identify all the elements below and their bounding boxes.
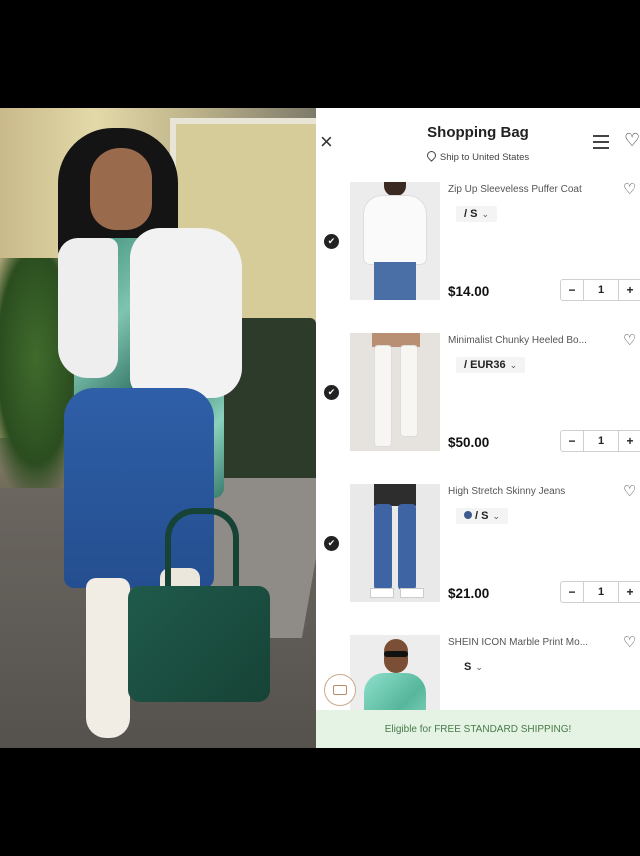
chevron-down-icon: ⌄ (481, 209, 489, 219)
variant-value: S (464, 661, 472, 673)
free-shipping-banner: PhotoGrid Eligible for FREE STANDARD SHI… (316, 694, 640, 748)
model-jacket-right (130, 228, 242, 398)
list-icon[interactable] (593, 135, 609, 149)
quantity-stepper: − 1 + (560, 430, 640, 452)
variant-value: / S (475, 510, 489, 522)
heart-icon[interactable]: ♡ (623, 482, 636, 500)
increase-quantity-button[interactable]: + (619, 434, 640, 448)
item-checkbox[interactable]: ✔ (324, 385, 339, 400)
location-pin-icon (425, 149, 438, 162)
product-price: $14.00 (448, 284, 490, 299)
product-thumbnail[interactable] (350, 333, 440, 451)
item-checkbox[interactable]: ✔ (324, 234, 339, 249)
decrease-quantity-button[interactable]: − (561, 283, 583, 297)
chevron-down-icon: ⌄ (509, 360, 518, 370)
cart-item: ✔ High Stretch Skinny Jeans ♡ / S ⌄ $21.0… (316, 482, 640, 632)
quantity-stepper: − 1 + (560, 279, 640, 301)
ship-to-label: Ship to United States (439, 152, 530, 163)
ship-to-location[interactable]: Ship to United States (316, 149, 640, 163)
product-price: $50.00 (448, 435, 490, 450)
heart-icon[interactable]: ♡ (623, 331, 636, 349)
watermark: PhotoGrid (466, 694, 540, 711)
product-name[interactable]: SHEIN ICON Marble Print Mo... (448, 637, 610, 648)
model-puffer-bag (128, 586, 270, 702)
model-jacket-left (58, 238, 118, 378)
chevron-down-icon: ⌄ (492, 511, 500, 521)
cart-item: ✔ Zip Up Sleeveless Puffer Coat ♡ / S ⌄ $… (316, 180, 640, 330)
variant-value: / S (464, 208, 478, 220)
free-shipping-message: Eligible for FREE STANDARD SHIPPING! (384, 724, 572, 735)
item-checkbox[interactable]: ✔ (324, 536, 339, 551)
color-swatch (464, 511, 472, 519)
product-price: $21.00 (448, 586, 490, 601)
product-thumbnail[interactable] (350, 484, 440, 602)
heart-icon[interactable]: ♡ (623, 633, 636, 651)
product-thumbnail[interactable] (350, 182, 440, 300)
shopping-bag-panel: × Shopping Bag Ship to United States ♡ ✔… (316, 108, 640, 748)
quantity-value[interactable]: 1 (583, 431, 619, 451)
model-face (90, 148, 152, 230)
shopping-bag-header: × Shopping Bag Ship to United States ♡ (316, 108, 640, 178)
quantity-stepper: − 1 + (560, 581, 640, 603)
quantity-value[interactable]: 1 (583, 280, 619, 300)
page-title: Shopping Bag (427, 124, 529, 141)
camera-button[interactable] (324, 674, 356, 706)
quantity-value[interactable]: 1 (583, 582, 619, 602)
variant-selector[interactable]: / EUR36 ⌄ (456, 357, 526, 373)
heart-icon[interactable]: ♡ (623, 180, 636, 198)
variant-value: / EUR36 (464, 359, 506, 371)
outfit-photo (0, 108, 316, 748)
increase-quantity-button[interactable]: + (619, 585, 640, 599)
variant-selector[interactable]: / S ⌄ (456, 508, 508, 524)
product-name[interactable]: Minimalist Chunky Heeled Bo... (448, 335, 610, 346)
increase-quantity-button[interactable]: + (619, 283, 640, 297)
model-boot-left (86, 578, 130, 738)
decrease-quantity-button[interactable]: − (561, 585, 583, 599)
decrease-quantity-button[interactable]: − (561, 434, 583, 448)
variant-selector[interactable]: / S ⌄ (456, 206, 497, 222)
wishlist-heart-icon[interactable]: ♡ (624, 130, 640, 151)
camera-icon (333, 685, 347, 695)
cart-item: ✔ Minimalist Chunky Heeled Bo... ♡ / EUR… (316, 331, 640, 481)
product-name[interactable]: High Stretch Skinny Jeans (448, 486, 610, 497)
variant-selector[interactable]: S ⌄ (456, 659, 491, 675)
chevron-down-icon: ⌄ (475, 662, 483, 672)
product-name[interactable]: Zip Up Sleeveless Puffer Coat (448, 184, 610, 195)
